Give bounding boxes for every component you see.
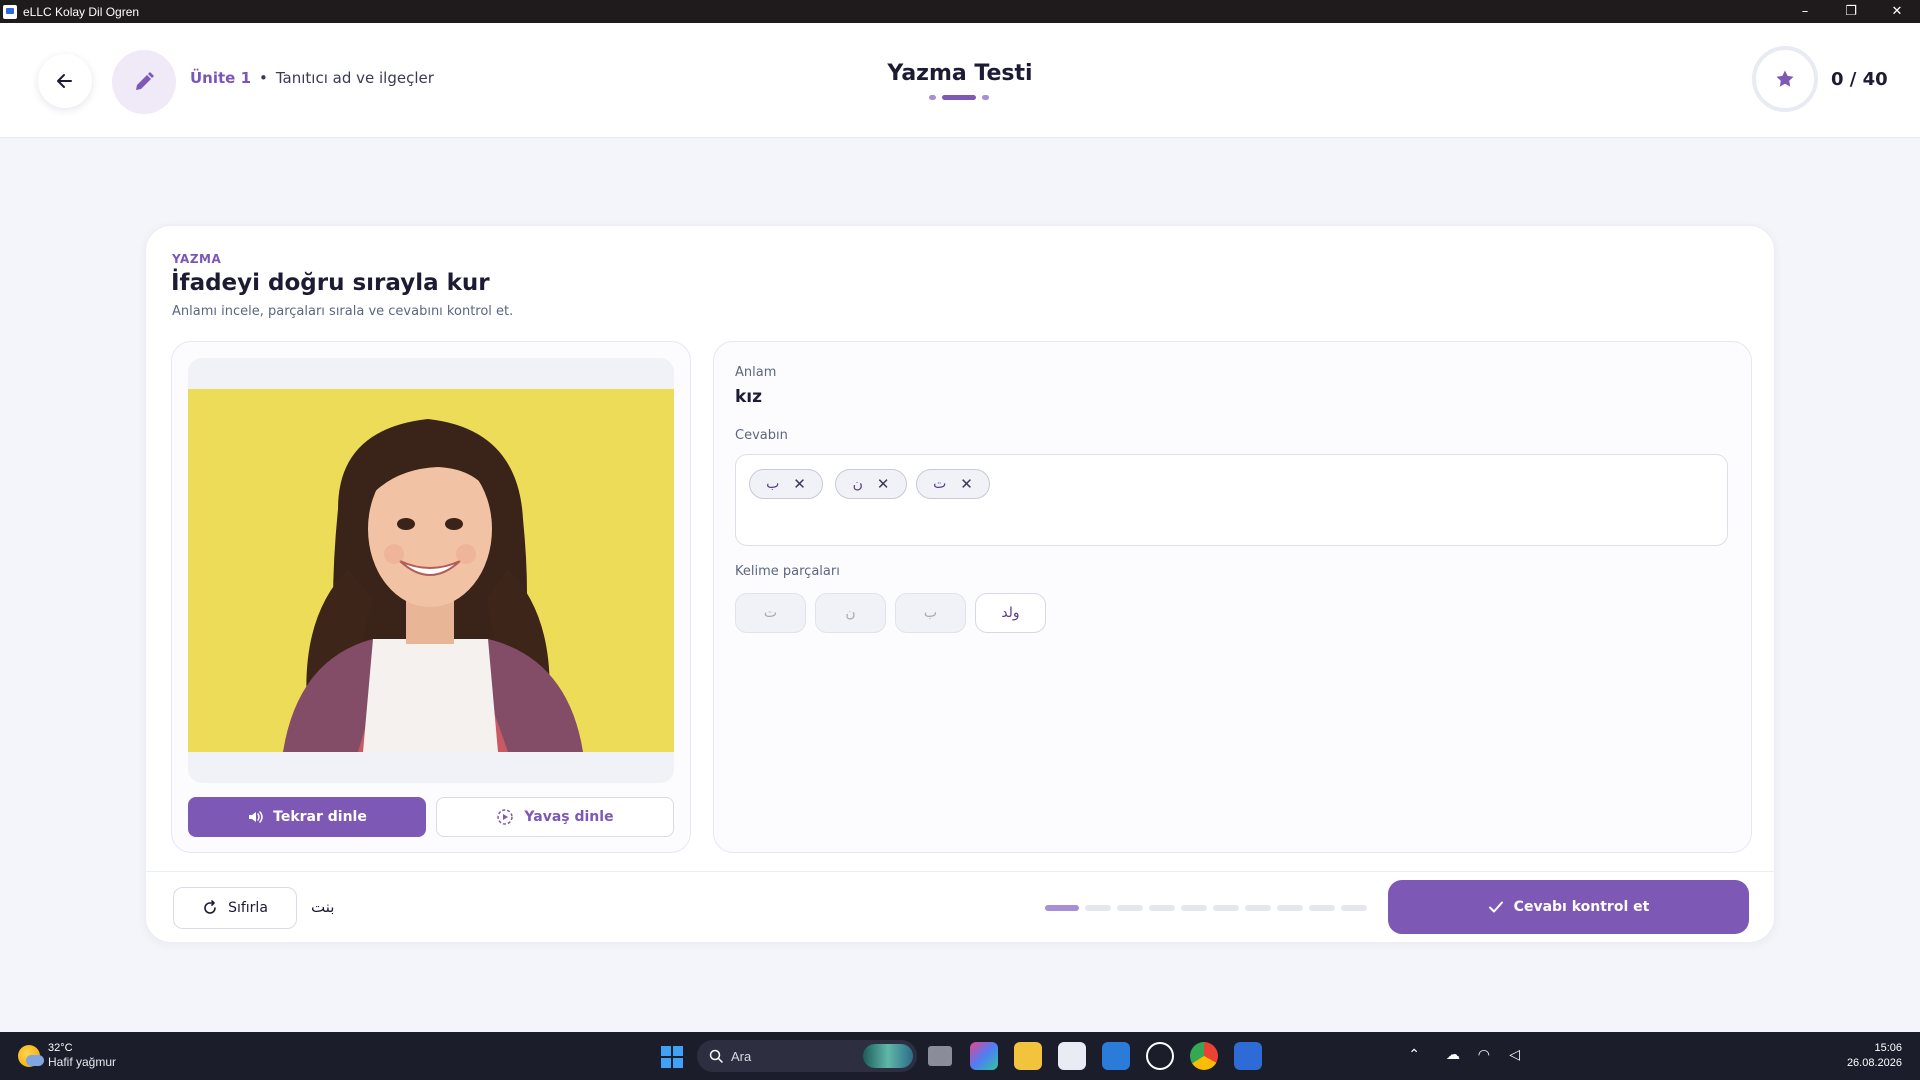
file-explorer-icon[interactable] xyxy=(1014,1042,1042,1070)
question-progress xyxy=(1045,905,1367,911)
answer-preview: بنت xyxy=(311,898,335,916)
m365-icon[interactable] xyxy=(970,1042,998,1070)
progress-dot xyxy=(1117,905,1143,911)
app-header: Ünite 1 • Tanıtıcı ad ve ilgeçler Yazma … xyxy=(0,23,1920,138)
slow-audio-label: Yavaş dinle xyxy=(524,809,614,825)
girl-photo xyxy=(188,389,674,752)
weather-icon xyxy=(18,1044,44,1067)
answer-chip[interactable]: ب ✕ xyxy=(749,469,823,499)
chrome-icon[interactable] xyxy=(1190,1042,1218,1070)
speaker-icon xyxy=(249,811,263,823)
weather-widget[interactable]: 32°C Hafif yağmur xyxy=(18,1042,116,1069)
indicator-dot xyxy=(982,95,989,100)
clock-date: 26.08.2026 xyxy=(1846,1057,1902,1069)
reset-icon xyxy=(204,900,216,914)
temperature: 32°C xyxy=(48,1042,73,1054)
remove-chip-icon[interactable]: ✕ xyxy=(877,475,890,493)
progress-dot xyxy=(1213,905,1239,911)
start-button[interactable] xyxy=(661,1046,683,1068)
outlook-icon[interactable] xyxy=(1102,1042,1130,1070)
check-answer-label: Cevabı kontrol et xyxy=(1513,899,1650,915)
exercise-title: İfadeyi doğru sırayla kur xyxy=(171,270,490,296)
progress-dot xyxy=(1085,905,1111,911)
weather-condition: Hafif yağmur xyxy=(48,1055,117,1069)
answer-drop-zone[interactable]: ب ✕ ن ✕ ت ✕ xyxy=(735,454,1728,546)
restore-button[interactable]: ❐ xyxy=(1828,0,1874,23)
search-highlight-image xyxy=(863,1044,913,1068)
progress-dot xyxy=(1309,905,1335,911)
chatgpt-icon[interactable] xyxy=(1146,1042,1174,1070)
taskbar: 32°C Hafif yağmur Ara ⌃ ☁ ◠ ◁ 15:06 26.0… xyxy=(0,1032,1920,1080)
slow-play-icon xyxy=(497,809,514,825)
word-piece[interactable]: ولد xyxy=(975,593,1046,633)
progress-dot xyxy=(1181,905,1207,911)
window-controls: – ❐ ✕ xyxy=(1782,0,1920,23)
word-piece-used: ت xyxy=(735,593,806,633)
picture-panel: Tekrar dinle Yavaş dinle xyxy=(171,341,691,853)
meaning-label: Anlam xyxy=(735,365,777,380)
progress-dot xyxy=(1245,905,1271,911)
ellc-app-icon[interactable] xyxy=(1234,1042,1262,1070)
check-icon xyxy=(1488,901,1503,913)
chevron-up-icon[interactable]: ⌃ xyxy=(1408,1046,1420,1063)
store-icon[interactable] xyxy=(1058,1042,1086,1070)
close-button[interactable]: ✕ xyxy=(1874,0,1920,23)
answer-chip[interactable]: ت ✕ xyxy=(916,469,990,499)
progress-dot xyxy=(1149,905,1175,911)
replay-audio-button[interactable]: Tekrar dinle xyxy=(188,797,426,837)
word-piece-used: ن xyxy=(815,593,886,633)
remove-chip-icon[interactable]: ✕ xyxy=(793,475,806,493)
word-piece-used: ب xyxy=(895,593,966,633)
chip-text: ت xyxy=(933,476,947,492)
task-view-icon[interactable] xyxy=(928,1046,952,1066)
onedrive-icon[interactable]: ☁ xyxy=(1446,1046,1460,1063)
chip-text: ن xyxy=(852,476,863,492)
score-ring xyxy=(1752,46,1818,112)
chip-text: ب xyxy=(766,476,780,492)
progress-dot xyxy=(1277,905,1303,911)
reset-button[interactable]: Sıfırla xyxy=(173,887,297,929)
reset-label: Sıfırla xyxy=(228,900,268,916)
indicator-dot-active xyxy=(942,95,976,100)
star-icon xyxy=(1776,70,1794,87)
search-icon xyxy=(709,1049,723,1063)
search-placeholder: Ara xyxy=(731,1048,752,1064)
answer-label: Cevabın xyxy=(735,428,788,443)
clock[interactable]: 15:06 26.08.2026 xyxy=(1847,1041,1902,1071)
title-indicator xyxy=(929,95,989,100)
page-title: Yazma Testi xyxy=(887,61,1033,86)
volume-icon[interactable]: ◁ xyxy=(1509,1046,1520,1063)
replay-audio-label: Tekrar dinle xyxy=(273,809,367,825)
exercise-card: YAZMA İfadeyi doğru sırayla kur Anlamı i… xyxy=(145,225,1775,943)
check-answer-button[interactable]: Cevabı kontrol et xyxy=(1388,880,1749,934)
score-value: 0 / 40 xyxy=(1831,69,1888,90)
answer-chip[interactable]: ن ✕ xyxy=(835,469,907,499)
exercise-subtitle: Anlamı incele, parçaları sırala ve cevab… xyxy=(172,304,514,319)
answer-panel: Anlam kız Cevabın ب ✕ ن ✕ ت ✕ Kelime par… xyxy=(713,341,1752,853)
section-label: YAZMA xyxy=(172,252,222,266)
wifi-icon[interactable]: ◠ xyxy=(1478,1046,1490,1063)
window-titlebar: eLLC Kolay Dil Ogren – ❐ ✕ xyxy=(0,0,1920,23)
photo-frame xyxy=(188,358,674,783)
slow-audio-button[interactable]: Yavaş dinle xyxy=(436,797,674,837)
progress-dot xyxy=(1341,905,1367,911)
minimize-button[interactable]: – xyxy=(1782,0,1828,23)
card-divider xyxy=(146,871,1774,872)
window-title: eLLC Kolay Dil Ogren xyxy=(23,4,140,19)
remove-chip-icon[interactable]: ✕ xyxy=(960,475,973,493)
taskbar-search[interactable]: Ara xyxy=(697,1040,917,1072)
meaning-value: kız xyxy=(735,387,763,407)
app-icon xyxy=(3,4,17,19)
pieces-label: Kelime parçaları xyxy=(735,564,840,579)
indicator-dot xyxy=(929,95,936,100)
clock-time: 15:06 xyxy=(1874,1042,1902,1054)
progress-dot-current xyxy=(1045,905,1079,911)
